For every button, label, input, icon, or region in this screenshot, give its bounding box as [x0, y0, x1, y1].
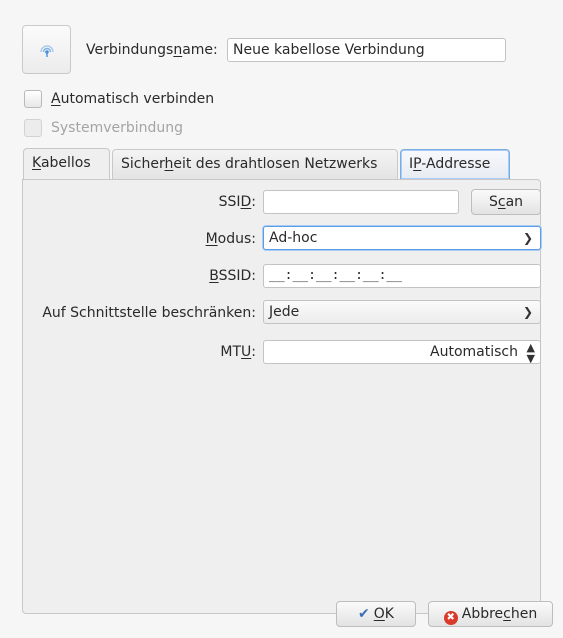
cancel-icon: ✖ — [443, 611, 458, 625]
chevron-down-icon: ❯ — [522, 305, 533, 319]
mtu-spinbox[interactable]: Automatisch ▲ ▼ — [263, 340, 541, 364]
restrict-interface-label: Auf Schnittstelle beschränken: — [42, 305, 256, 321]
scan-button[interactable]: Scan — [471, 189, 541, 215]
bssid-input[interactable]: __:__:__:__:__:__ — [263, 264, 541, 288]
ok-button[interactable]: ✔ OK — [336, 601, 416, 627]
check-icon: ✔ — [358, 606, 370, 622]
ssid-input[interactable] — [263, 190, 459, 214]
mode-value: Ad-hoc — [269, 230, 318, 246]
mode-select[interactable]: Ad-hoc ❯ — [263, 226, 541, 250]
auto-connect-label[interactable]: Automatisch verbinden — [51, 89, 214, 109]
spin-updown-icon[interactable]: ▲ ▼ — [527, 341, 535, 363]
restrict-interface-value: Jede — [269, 304, 300, 320]
connection-name-input[interactable]: Neue kabellose Verbindung — [227, 38, 506, 62]
connection-icon-button[interactable] — [22, 25, 71, 74]
tab-kabellos[interactable]: Kabellos — [23, 148, 110, 180]
cancel-button[interactable]: ✖ Abbrechen — [428, 601, 553, 627]
system-connection-checkbox — [24, 119, 42, 137]
connection-name-label: Verbindungsname: — [86, 42, 218, 58]
mtu-label: MTU: — [220, 344, 256, 360]
ssid-label: SSID: — [218, 194, 256, 210]
bssid-label: BSSID: — [209, 268, 256, 284]
wireless-icon — [39, 44, 54, 57]
tab-wireless-security[interactable]: Sicherheit des drahtlosen Netzwerks — [112, 149, 398, 179]
chevron-down-icon: ❯ — [522, 231, 533, 245]
system-connection-label: Systemverbindung — [51, 120, 184, 136]
mtu-value: Automatisch — [430, 344, 518, 360]
auto-connect-checkbox[interactable] — [24, 90, 42, 108]
mode-label: Modus: — [205, 231, 256, 247]
restrict-interface-select[interactable]: Jede ❯ — [263, 300, 541, 324]
tab-ip-address[interactable]: IP-Addresse — [400, 149, 510, 179]
